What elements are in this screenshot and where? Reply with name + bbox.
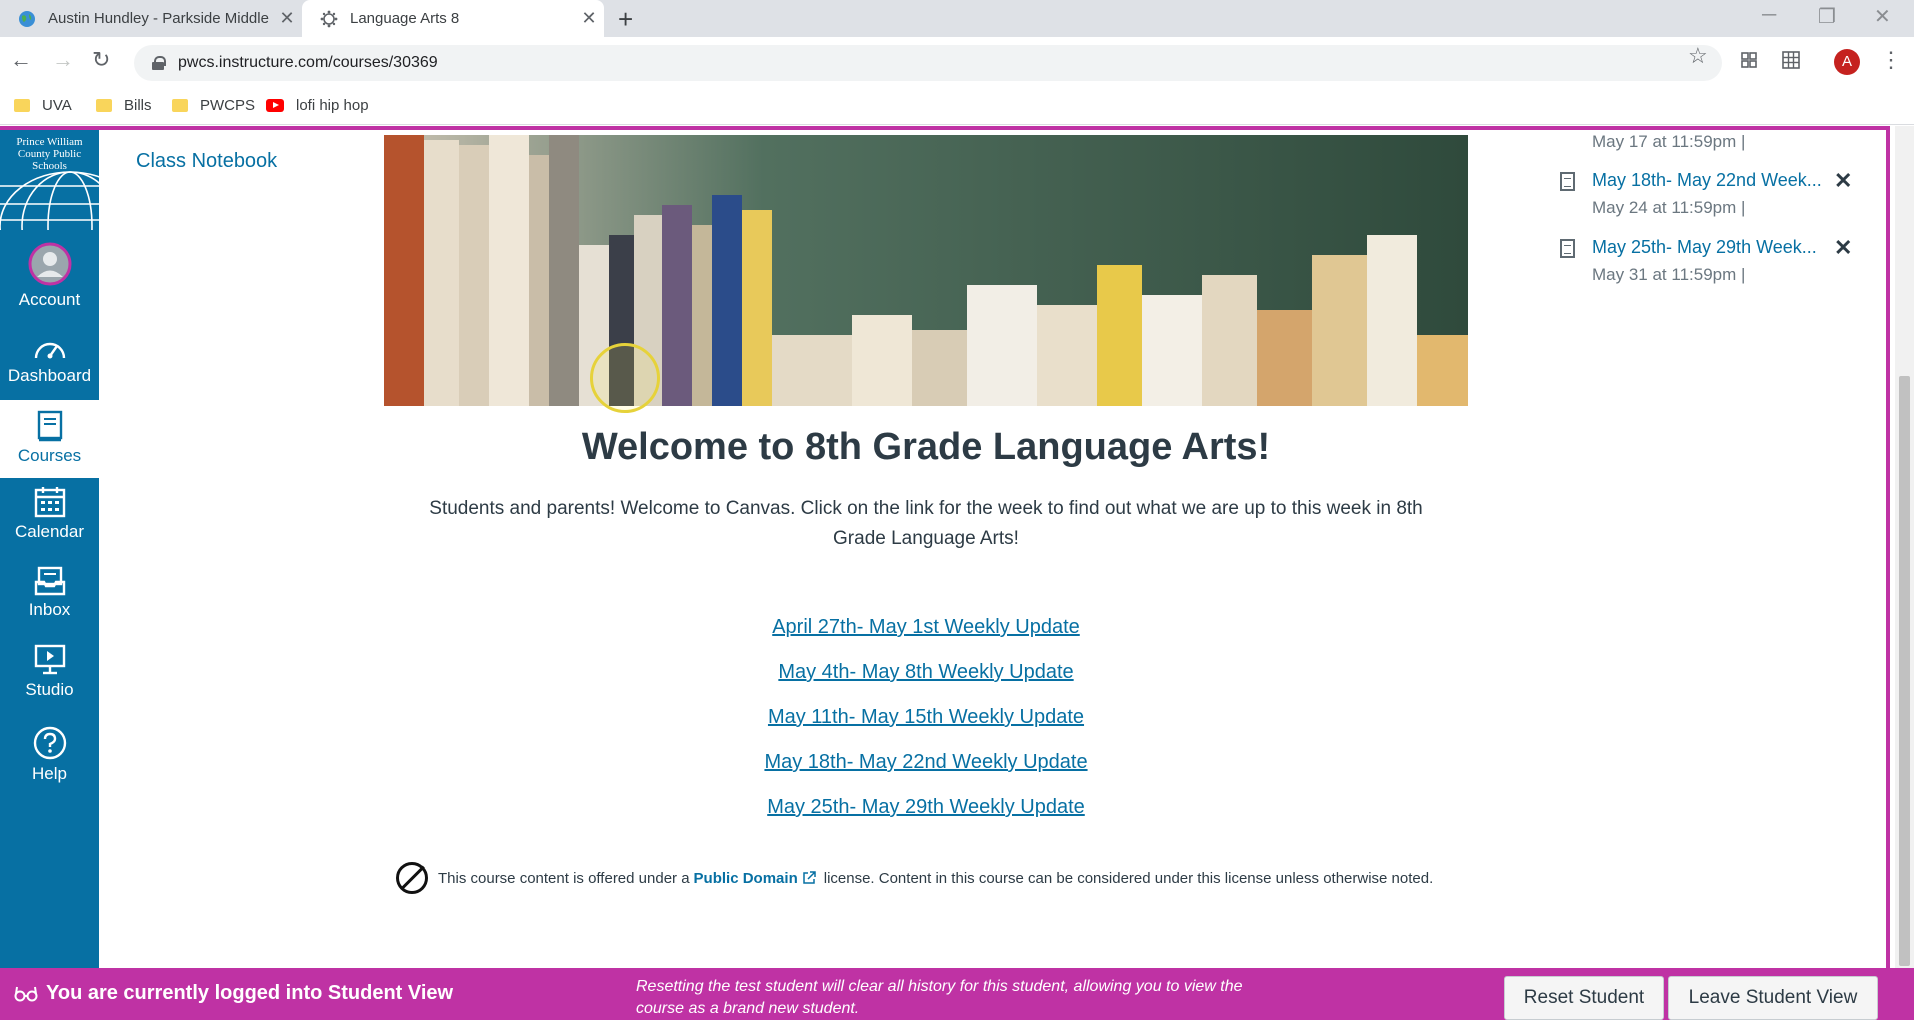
browser-tab-parkside[interactable]: Austin Hundley - Parkside Middle ✕	[0, 0, 302, 37]
weekly-update-link[interactable]: May 25th- May 29th Weekly Update	[384, 790, 1468, 835]
studio-icon	[34, 644, 65, 675]
forward-icon[interactable]: →	[52, 47, 74, 73]
folder-icon	[172, 99, 188, 112]
tab-close-icon[interactable]: ✕	[574, 8, 604, 29]
weekly-updates-list: April 27th- May 1st Weekly Update May 4t…	[384, 610, 1468, 835]
tab-close-icon[interactable]: ✕	[272, 8, 302, 29]
browser-menu-icon[interactable]: ⋮	[1880, 47, 1902, 73]
license-notice: This course content is offered under a P…	[396, 862, 1433, 894]
bookmark-bills[interactable]: Bills	[96, 97, 152, 114]
todo-due-date: May 31 at 11:59pm |	[1592, 265, 1746, 284]
dashboard-icon	[34, 342, 65, 359]
public-domain-link[interactable]: Public Domain	[694, 870, 798, 887]
todo-link[interactable]: May 18th- May 22nd Week...	[1592, 170, 1822, 191]
globe-logo-icon	[0, 171, 99, 230]
document-icon	[1560, 239, 1575, 258]
cursor-highlight	[590, 343, 660, 413]
dismiss-icon[interactable]: ✕	[1834, 235, 1852, 261]
license-suffix: license. Content in this course can be c…	[823, 869, 1434, 887]
nav-label: Help	[32, 764, 67, 783]
nav-studio[interactable]: Studio	[0, 644, 99, 700]
todo-link[interactable]: May 25th- May 29th Week...	[1592, 237, 1822, 258]
nav-label: Account	[18, 290, 81, 309]
calendar-icon	[34, 487, 65, 518]
bookmarks-bar: UVA Bills PWCPS lofi hip hop	[0, 89, 1914, 125]
books-illustration	[384, 135, 1468, 406]
extension-grid-icon[interactable]	[1740, 51, 1758, 69]
public-domain-icon	[396, 862, 428, 894]
bookmark-label: lofi hip hop	[296, 97, 369, 114]
weekly-update-link[interactable]: May 4th- May 8th Weekly Update	[384, 655, 1468, 700]
reset-student-button[interactable]: Reset Student	[1504, 976, 1664, 1020]
page-scrollbar[interactable]	[1895, 126, 1914, 968]
student-view-bar: You are currently logged into Student Vi…	[0, 968, 1914, 1020]
inbox-icon	[34, 566, 65, 596]
restore-icon[interactable]: ❐	[1818, 4, 1836, 29]
tab-title: Language Arts 8	[350, 10, 460, 27]
nav-account[interactable]: Account	[0, 242, 99, 310]
leave-student-view-button[interactable]: Leave Student View	[1668, 976, 1878, 1020]
document-icon	[1560, 172, 1575, 191]
folder-icon	[96, 99, 112, 112]
folder-icon	[14, 99, 30, 112]
student-view-border-top	[0, 126, 1890, 130]
dismiss-icon[interactable]: ✕	[1834, 168, 1852, 194]
back-icon[interactable]: ←	[10, 47, 32, 73]
course-banner-image	[384, 135, 1468, 406]
reload-icon[interactable]: ↻	[92, 47, 110, 73]
district-logo[interactable]: Prince William County Public Schools	[0, 130, 99, 230]
browser-tab-language-arts[interactable]: Language Arts 8 ✕	[302, 0, 604, 37]
weekly-update-link[interactable]: May 11th- May 15th Weekly Update	[384, 700, 1468, 745]
glasses-icon	[14, 986, 38, 1002]
help-icon	[33, 726, 66, 760]
student-view-message: You are currently logged into Student Vi…	[46, 982, 454, 1004]
bookmark-uva[interactable]: UVA	[14, 97, 72, 114]
nav-label: Calendar	[15, 522, 84, 541]
external-link-icon	[802, 871, 816, 884]
nav-label: Inbox	[28, 600, 71, 619]
weekly-update-link[interactable]: April 27th- May 1st Weekly Update	[384, 610, 1468, 655]
account-avatar-icon	[28, 242, 71, 286]
bookmark-lofi[interactable]: lofi hip hop	[266, 97, 369, 114]
bookmark-star-icon[interactable]: ☆	[1688, 43, 1708, 69]
nav-inbox[interactable]: Inbox	[0, 566, 99, 620]
lock-icon[interactable]	[152, 56, 166, 70]
globe-icon	[19, 10, 35, 27]
url-text: pwcs.instructure.com/courses/30369	[178, 54, 438, 71]
nav-calendar[interactable]: Calendar	[0, 486, 99, 542]
bookmark-label: UVA	[42, 97, 72, 114]
profile-avatar[interactable]: A	[1834, 49, 1860, 75]
minimize-icon[interactable]: ─	[1762, 4, 1776, 27]
youtube-icon	[266, 99, 284, 112]
bookmark-pwcps[interactable]: PWCPS	[172, 97, 255, 114]
canvas-icon	[320, 10, 338, 27]
page-title: Welcome to 8th Grade Language Arts!	[581, 426, 1271, 468]
nav-courses[interactable]: Courses	[0, 400, 99, 478]
window-close-icon[interactable]: ✕	[1874, 4, 1891, 29]
nav-help[interactable]: Help	[0, 726, 99, 784]
nav-label: Courses	[17, 446, 82, 465]
courses-icon	[37, 410, 62, 442]
tab-title: Austin Hundley - Parkside Middle	[48, 10, 269, 27]
student-view-border-right	[1886, 126, 1890, 968]
intro-text: Students and parents! Welcome to Canvas.…	[429, 498, 1423, 549]
address-bar[interactable]: pwcs.instructure.com/courses/30369	[134, 45, 1722, 81]
scrollbar-thumb[interactable]	[1899, 376, 1910, 966]
weekly-update-link[interactable]: May 18th- May 22nd Weekly Update	[384, 745, 1468, 790]
nav-label: Dashboard	[7, 366, 92, 385]
new-tab-button[interactable]: +	[618, 4, 633, 35]
apps-icon[interactable]	[1782, 51, 1800, 69]
course-nav-class-notebook[interactable]: Class Notebook	[136, 150, 277, 173]
bookmark-label: Bills	[124, 97, 152, 114]
bookmark-label: PWCPS	[200, 97, 256, 114]
browser-tab-bar: Austin Hundley - Parkside Middle ✕ Langu…	[0, 0, 1914, 37]
browser-toolbar: ← → ↻ pwcs.instructure.com/courses/30369…	[0, 37, 1914, 89]
todo-due-date: May 17 at 11:59pm |	[1592, 132, 1746, 151]
nav-dashboard[interactable]: Dashboard	[0, 336, 99, 386]
todo-due-date: May 24 at 11:59pm |	[1592, 198, 1746, 217]
license-prefix: This course content is offered under a	[438, 869, 690, 887]
nav-label: Studio	[25, 680, 74, 699]
student-view-note: Resetting the test student will clear al…	[636, 978, 1243, 1017]
